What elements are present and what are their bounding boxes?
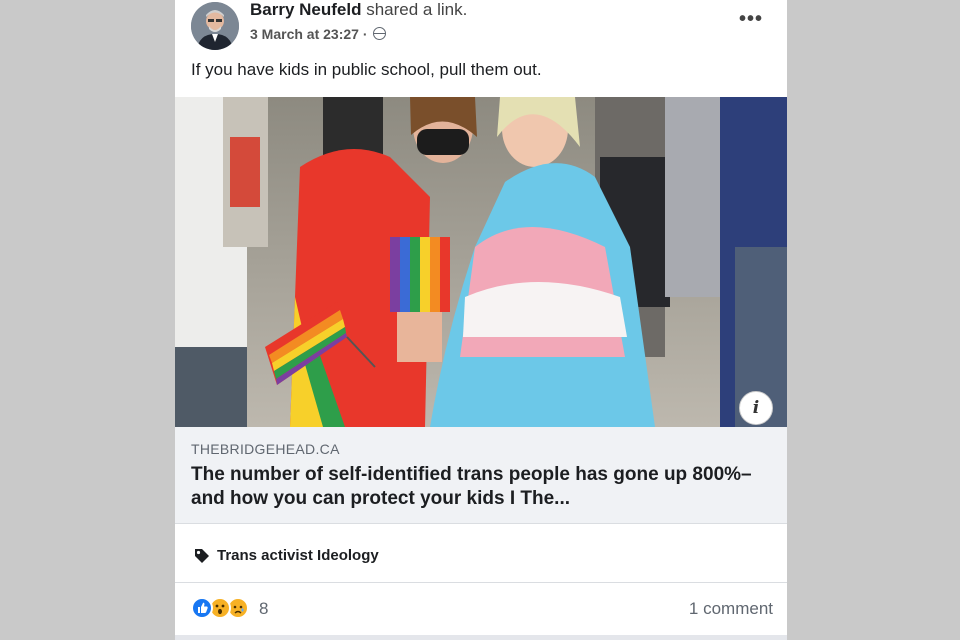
author-avatar[interactable] (191, 2, 239, 50)
link-preview-image[interactable]: i (175, 97, 787, 427)
tag-row[interactable]: Trans activist Ideology (175, 528, 787, 583)
post-timestamp[interactable]: 3 March at 23:27 (250, 26, 359, 42)
link-title[interactable]: The number of self-identified trans peop… (191, 463, 776, 511)
link-preview-box[interactable]: THEBRIDGEHEAD.CA The number of self-iden… (175, 427, 787, 524)
post-meta: 3 March at 23:27 · (250, 26, 387, 42)
pride-photo (175, 97, 787, 427)
reaction-count[interactable]: 8 (259, 599, 268, 619)
more-options-button[interactable]: ••• (739, 8, 763, 31)
tag-label[interactable]: Trans activist Ideology (217, 547, 379, 564)
globe-icon[interactable] (373, 27, 387, 40)
share-action-text: shared a link. (366, 0, 468, 19)
facebook-post: Barry Neufeld shared a link. 3 March at … (175, 0, 787, 640)
author-name[interactable]: Barry Neufeld (250, 0, 361, 19)
engagement-bar: 8 1 comment (175, 585, 787, 635)
rainbow-top (390, 237, 450, 312)
author-line: Barry Neufeld shared a link. (250, 0, 467, 20)
like-icon[interactable] (191, 597, 213, 619)
avatar-image (191, 2, 239, 50)
divider (175, 635, 787, 640)
post-header: Barry Neufeld shared a link. 3 March at … (175, 0, 787, 56)
comment-count[interactable]: 1 comment (689, 599, 773, 619)
link-domain: THEBRIDGEHEAD.CA (191, 441, 340, 457)
meta-separator: · (362, 26, 368, 42)
info-button[interactable]: i (739, 391, 773, 425)
tag-icon (193, 547, 211, 570)
post-body-text: If you have kids in public school, pull … (191, 60, 542, 79)
